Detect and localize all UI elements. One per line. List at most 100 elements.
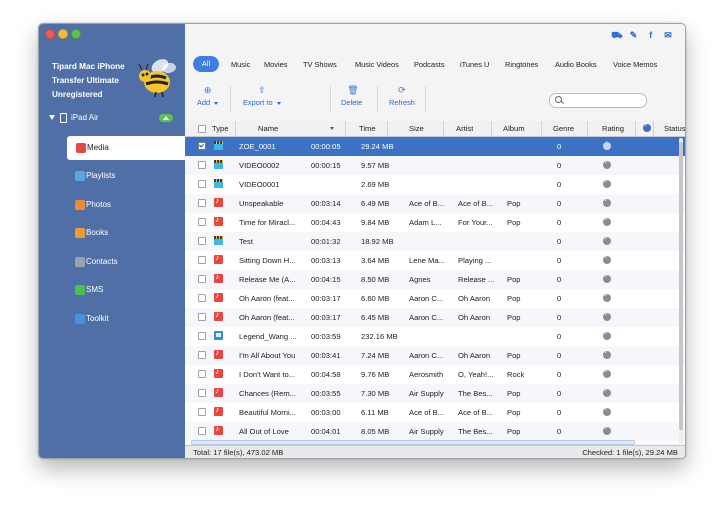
close-window-button[interactable] [45, 29, 55, 39]
table-row[interactable]: I Don't Want to... 00:04:58 9.76 MB Aerosmi… [185, 365, 685, 384]
sidebar-item-media[interactable]: Media [67, 136, 186, 160]
add-dropdown-icon[interactable] [214, 101, 219, 105]
sidebar-item-playlists[interactable]: Playlists [66, 164, 185, 188]
row-checkbox[interactable] [198, 294, 206, 302]
facebook-icon[interactable]: f [646, 30, 656, 40]
tab-tv-shows[interactable]: TV Shows [303, 60, 337, 69]
table-row[interactable]: ZOE_0001 00:00:05 29.24 MB 0 [185, 137, 685, 156]
sidebar-item-sms[interactable]: SMS [66, 278, 185, 302]
table-row[interactable]: Oh Aaron (feat... 00:03:17 6.45 MB Aaron C.… [185, 308, 685, 327]
table-row[interactable]: Test 00:01:32 18.92 MB 0 [185, 232, 685, 251]
music-note-icon [214, 272, 223, 283]
sort-arrow-icon[interactable] [330, 127, 334, 130]
device-node[interactable]: iPad Air [39, 110, 185, 128]
table-row[interactable]: Chances (Rem... 00:03:55 7.30 MB Air Supply… [185, 384, 685, 403]
music-note-icon [214, 196, 223, 207]
column-status[interactable]: Status [664, 124, 685, 133]
search-input[interactable] [566, 94, 646, 107]
sidebar-item-books[interactable]: Books [66, 221, 185, 245]
delete-button[interactable]: 🗑 Delete [341, 86, 362, 108]
column-time[interactable]: Time [359, 124, 376, 133]
table-row[interactable]: Legend_Wang ... 00:03:59 232.16 MB 0 [185, 327, 685, 346]
row-checkbox[interactable] [198, 332, 206, 340]
column-album[interactable]: Album [503, 124, 525, 133]
itunes-sync-icon [603, 406, 611, 416]
refresh-button[interactable]: ⟳ Refresh [389, 86, 415, 108]
table-row[interactable]: Unspeakable 00:03:14 6.49 MB Ace of B... Ace… [185, 194, 685, 213]
sidebar-item-contacts[interactable]: Contacts [66, 250, 185, 274]
cell-artist: Adam L... [409, 218, 442, 227]
table-row[interactable]: Time for Miracl... 00:04:43 9.84 MB Adam L.… [185, 213, 685, 232]
feedback-icon[interactable]: ✉ [663, 30, 673, 40]
tab-music[interactable]: Music [231, 60, 250, 69]
row-checkbox[interactable] [198, 142, 206, 150]
cell-genre: Pop [507, 275, 521, 284]
cell-name: VIDEO0001 [239, 180, 280, 189]
table-row[interactable]: Release Me (A... 00:04:15 8.50 MB Agnes Rele… [185, 270, 685, 289]
itunes-sync-icon [603, 292, 611, 302]
tab-audio-books[interactable]: Audio Books [555, 60, 597, 69]
add-icon: ⊕ [203, 85, 212, 95]
table-row[interactable]: VIDEO0002 00:00:15 9.57 MB 0 [185, 156, 685, 175]
tab-ringtones[interactable]: Ringtones [505, 60, 538, 69]
sms-icon [75, 285, 85, 295]
cell-album: Playing ... [458, 256, 492, 265]
row-checkbox[interactable] [198, 237, 206, 245]
cell-artist: Aaron C... [409, 313, 444, 322]
sidebar-item-photos[interactable]: Photos [66, 193, 185, 217]
table-row[interactable]: All Out of Love 00:04:01 8.05 MB Air Supply… [185, 422, 685, 441]
registration-status[interactable]: Unregistered [52, 88, 147, 102]
column-genre[interactable]: Genre [553, 124, 574, 133]
tab-music-videos[interactable]: Music Videos [355, 60, 399, 69]
tab-all[interactable]: All [193, 56, 219, 72]
sidebar-item-toolkit[interactable]: Toolkit [66, 307, 185, 331]
row-checkbox[interactable] [198, 275, 206, 283]
row-checkbox[interactable] [198, 199, 206, 207]
toolbar-divider [425, 86, 426, 112]
column-size[interactable]: Size [409, 124, 424, 133]
table-row[interactable]: Beautiful Morni... 00:03:00 6.11 MB Ace of … [185, 403, 685, 422]
tab-podcasts[interactable]: Podcasts [414, 60, 444, 69]
zoom-window-button[interactable] [71, 29, 81, 39]
table-row[interactable]: Oh Aaron (feat... 00:03:17 6.60 MB Aaron C.… [185, 289, 685, 308]
column-name[interactable]: Name [258, 124, 278, 133]
cart-icon[interactable]: ⛟ [611, 30, 622, 40]
column-rating[interactable]: Rating [602, 124, 624, 133]
export-button[interactable]: ⇪ Export to [243, 86, 281, 107]
tab-voice-memos[interactable]: Voice Memos [613, 60, 657, 69]
table-row[interactable]: Sitting Down H... 00:03:13 3.64 MB Lene Ma.… [185, 251, 685, 270]
itunes-column-icon[interactable] [643, 122, 651, 132]
cell-artist: Aaron C... [409, 351, 444, 360]
row-checkbox[interactable] [198, 161, 206, 169]
row-checkbox[interactable] [198, 408, 206, 416]
select-all-checkbox[interactable] [198, 125, 206, 133]
row-checkbox[interactable] [198, 427, 206, 435]
search-box[interactable] [549, 93, 647, 108]
row-checkbox[interactable] [198, 313, 206, 321]
brand-title: Tipard Mac iPhone Transfer Ultimate [52, 62, 125, 85]
cell-genre: Pop [507, 199, 521, 208]
eject-icon[interactable] [159, 114, 173, 122]
tab-movies[interactable]: Movies [264, 60, 287, 69]
row-checkbox[interactable] [198, 370, 206, 378]
minimize-window-button[interactable] [58, 29, 68, 39]
column-artist[interactable]: Artist [456, 124, 473, 133]
table-row[interactable]: VIDEO0001 2.69 MB 0 [185, 175, 685, 194]
cell-name: Sitting Down H... [239, 256, 296, 265]
vertical-scrollbar[interactable] [679, 138, 683, 446]
column-type[interactable]: Type [212, 124, 228, 133]
row-checkbox[interactable] [198, 351, 206, 359]
tab-itunes-u[interactable]: iTunes U [460, 60, 489, 69]
column-divider [653, 121, 654, 136]
row-checkbox[interactable] [198, 389, 206, 397]
scroll-thumb[interactable] [679, 142, 683, 430]
row-checkbox[interactable] [198, 256, 206, 264]
disclosure-triangle-icon[interactable] [49, 115, 55, 120]
row-checkbox[interactable] [198, 180, 206, 188]
export-icon: ⇪ [258, 85, 266, 95]
add-button[interactable]: ⊕ Add [197, 85, 219, 107]
export-dropdown-icon[interactable] [276, 101, 281, 105]
wrench-icon[interactable]: ✎ [629, 30, 639, 40]
row-checkbox[interactable] [198, 218, 206, 226]
table-row[interactable]: I'm All About You 00:03:41 7.24 MB Aaron C.… [185, 346, 685, 365]
